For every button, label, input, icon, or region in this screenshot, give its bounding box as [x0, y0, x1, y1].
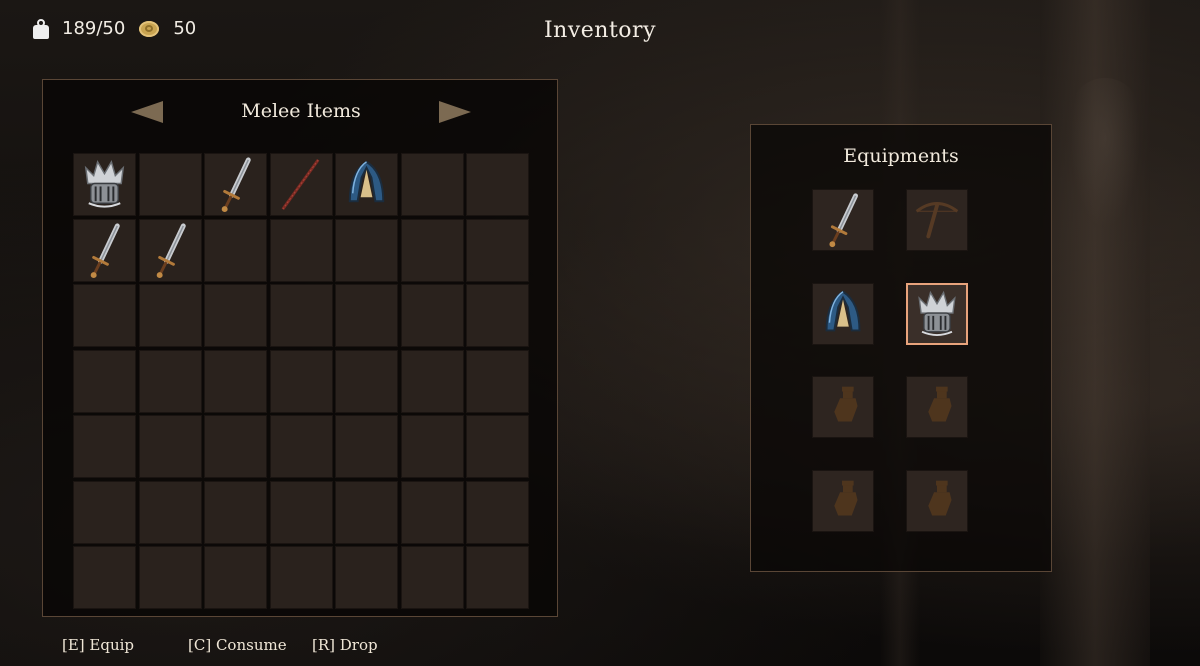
inventory-slot-empty[interactable] [269, 349, 333, 413]
equipment-title: Equipments [843, 145, 959, 167]
inventory-grid [73, 153, 529, 609]
inventory-slot-empty[interactable] [466, 153, 529, 216]
drop-hint: [R] Drop [312, 636, 378, 654]
equipment-slot[interactable] [812, 376, 874, 438]
inventory-slot-empty[interactable] [269, 415, 333, 478]
inventory-slot-filled[interactable] [204, 153, 267, 216]
inventory-slot-empty[interactable] [204, 218, 267, 282]
consume-hint: [C] Consume [188, 636, 287, 654]
equipment-slot[interactable] [906, 189, 968, 251]
inventory-slot-empty[interactable] [73, 415, 136, 478]
inventory-slot-empty[interactable] [138, 546, 202, 609]
inventory-slot-empty[interactable] [204, 415, 267, 478]
inventory-slot-empty[interactable] [204, 349, 267, 413]
equipment-slot[interactable] [812, 189, 874, 251]
inventory-slot-empty[interactable] [400, 284, 464, 347]
inventory-slot-empty[interactable] [138, 349, 202, 413]
inventory-slot-empty[interactable] [138, 480, 202, 544]
inventory-slot-empty[interactable] [73, 349, 136, 413]
inventory-slot-empty[interactable] [204, 480, 267, 544]
inventory-panel: Melee Items [42, 79, 558, 617]
page-title: Inventory [543, 18, 656, 43]
inventory-slot-empty[interactable] [73, 480, 136, 544]
inventory-slot-filled[interactable] [269, 153, 333, 216]
inventory-slot-empty[interactable] [138, 415, 202, 478]
inventory-slot-empty[interactable] [335, 284, 398, 347]
inventory-slot-empty[interactable] [466, 415, 529, 478]
equipment-slot[interactable] [812, 283, 874, 345]
equipment-slot[interactable] [812, 470, 874, 532]
inventory-slot-empty[interactable] [204, 546, 267, 609]
next-category-button[interactable] [439, 101, 471, 123]
inventory-slot-empty[interactable] [400, 349, 464, 413]
inventory-slot-empty[interactable] [73, 284, 136, 347]
category-title: Melee Items [241, 100, 361, 122]
equipment-slot[interactable] [906, 470, 968, 532]
inventory-slot-empty[interactable] [400, 153, 464, 216]
inventory-slot-empty[interactable] [335, 349, 398, 413]
equipment-slot[interactable] [906, 283, 968, 345]
inventory-slot-empty[interactable] [269, 546, 333, 609]
inventory-slot-empty[interactable] [466, 218, 529, 282]
inventory-slot-empty[interactable] [400, 218, 464, 282]
equipment-slot[interactable] [906, 376, 968, 438]
inventory-slot-empty[interactable] [73, 546, 136, 609]
inventory-slot-filled[interactable] [335, 153, 398, 216]
inventory-slot-empty[interactable] [204, 284, 267, 347]
inventory-slot-empty[interactable] [335, 546, 398, 609]
inventory-slot-empty[interactable] [335, 415, 398, 478]
inventory-slot-empty[interactable] [400, 415, 464, 478]
inventory-slot-empty[interactable] [335, 218, 398, 282]
inventory-slot-empty[interactable] [466, 546, 529, 609]
inventory-slot-empty[interactable] [269, 480, 333, 544]
inventory-slot-empty[interactable] [269, 284, 333, 347]
inventory-slot-empty[interactable] [466, 284, 529, 347]
equipment-panel: Equipments [750, 124, 1052, 572]
inventory-slot-empty[interactable] [138, 153, 202, 216]
inventory-slot-empty[interactable] [400, 480, 464, 544]
equip-hint: [E] Equip [62, 636, 135, 654]
inventory-slot-empty[interactable] [400, 546, 464, 609]
background-ornament [1070, 78, 1140, 228]
inventory-slot-empty[interactable] [335, 480, 398, 544]
inventory-slot-empty[interactable] [466, 349, 529, 413]
inventory-slot-filled[interactable] [73, 153, 136, 216]
inventory-slot-empty[interactable] [466, 480, 529, 544]
inventory-slot-empty[interactable] [138, 284, 202, 347]
inventory-slot-filled[interactable] [73, 218, 136, 282]
inventory-slot-empty[interactable] [269, 218, 333, 282]
inventory-slot-filled[interactable] [138, 218, 202, 282]
